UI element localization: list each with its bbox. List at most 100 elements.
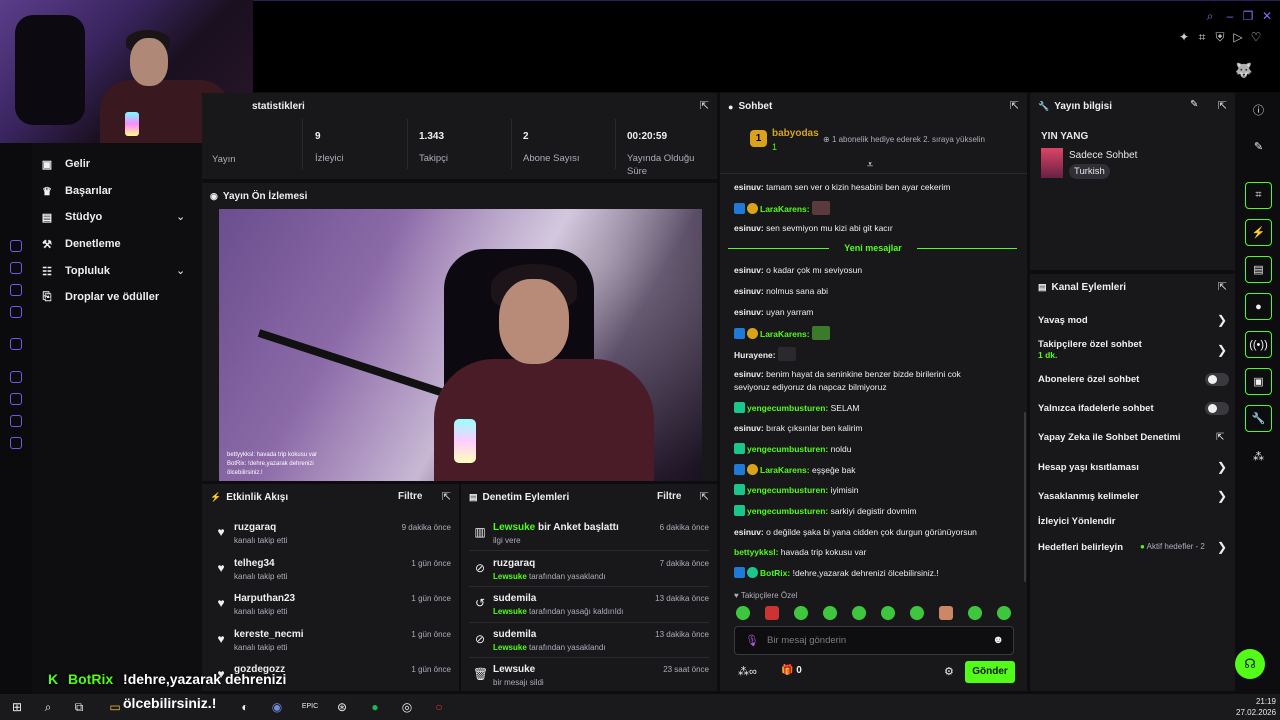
windows-start-icon[interactable]: ⊞ [8,698,26,716]
emote-icon[interactable] [881,606,895,620]
emote-icon[interactable] [736,606,750,620]
chevron-right-icon[interactable]: ❯ [1217,489,1227,503]
heart-icon[interactable]: ♡ [1249,30,1263,44]
sidebar-item-topluluk[interactable]: ☷ Topluluk [40,261,110,281]
rail-icon-2[interactable] [10,262,22,274]
emote-chat-toggle[interactable] [1205,402,1229,415]
popout-icon[interactable]: ⇱ [1218,99,1227,112]
moderation-by[interactable]: Lewsuke [493,607,527,616]
chat-user[interactable]: esinuv: [734,223,764,233]
pinned-user[interactable]: babyodas [772,128,819,139]
chevron-right-icon[interactable]: ❯ [1217,313,1227,327]
close-icon[interactable]: ✕ [1260,9,1274,23]
popout-icon[interactable]: ⇱ [442,490,451,503]
pen-icon[interactable]: ✎ [1245,133,1272,160]
edit-icon[interactable]: ✎ [1190,99,1198,110]
banned-words-action[interactable]: Yasaklanmış kelimeler [1038,491,1139,502]
stream-preview[interactable]: bettyykksl: havada trip kokusu var BotRi… [219,209,702,481]
chat-user[interactable]: esinuv: [734,307,764,317]
ai-moderation-action[interactable]: Yapay Zeka ile Sohbet Denetimi [1038,432,1181,443]
chevron-down-icon[interactable]: ⌄ [176,264,185,277]
chevron-right-icon[interactable]: ❯ [1217,343,1227,357]
sidebar-item-gelir[interactable]: ▣ Gelir [40,154,90,174]
spotify-icon[interactable]: ● [366,698,384,716]
channel-icon[interactable]: ▣ [1245,368,1272,395]
chat-user[interactable]: LaraKarens: [760,465,810,475]
emote-icon[interactable] [852,606,866,620]
moderation-user[interactable]: Lewsuke [493,522,535,533]
rail-icon-4[interactable] [10,306,22,318]
moderation-user[interactable]: ruzgaraq [493,558,535,569]
rail-icon-5[interactable] [10,338,22,350]
emote-icon[interactable] [997,606,1011,620]
epic-games-icon[interactable]: EPIC [301,698,319,716]
search-icon[interactable]: ⌕ [39,698,57,716]
redirect-viewers-action[interactable]: İzleyici Yönlendir [1038,516,1115,527]
chat-user[interactable]: esinuv: [734,286,764,296]
search-icon[interactable]: ⌕ [1203,9,1217,23]
chat-user[interactable]: esinuv: [734,423,764,433]
speech-icon[interactable]: ● [1245,293,1272,320]
chat-user[interactable]: yengecumbusturen: [747,403,828,413]
rail-icon-6[interactable] [10,371,22,383]
pin-icon[interactable]: ✦ [1177,30,1191,44]
popout-icon[interactable]: ⇱ [1010,99,1019,112]
crop-icon[interactable]: ⌗ [1195,30,1209,44]
emoji-icon[interactable]: ☻ [992,634,1004,646]
rail-icon-7[interactable] [10,393,22,405]
support-icon[interactable]: ☊ [1235,649,1265,679]
external-link-icon[interactable]: ⇱ [1216,432,1224,443]
sidebar-item-studyo[interactable]: ▤ Stüdyo [40,207,102,227]
chat-user[interactable]: yengecumbusturen: [747,485,828,495]
moderation-user[interactable]: sudemila [493,593,536,604]
app-icon[interactable]: ◐ [236,698,254,716]
moderation-filter-button[interactable]: Filtre [657,491,681,502]
emote-icon[interactable] [794,606,808,620]
sidebar-item-basarilar[interactable]: ♛ Başarılar [40,181,112,201]
chat-user[interactable]: LaraKarens: [760,204,810,214]
mic-icon[interactable]: 🎙 [745,634,759,647]
collapse-icon[interactable]: ⩡ [867,159,873,172]
play-icon[interactable]: ▷ [1231,30,1245,44]
chevron-right-icon[interactable]: ❯ [1217,460,1227,474]
chat-user[interactable]: bettyykksl: [734,547,778,557]
gift-display[interactable]: 🎁 0 [781,665,802,676]
apps-icon[interactable]: ⁂ [1245,443,1272,470]
set-goals-action[interactable]: Hedefleri belirleyin [1038,542,1123,553]
chat-user[interactable]: esinuv: [734,527,764,537]
chat-user[interactable]: yengecumbusturen: [747,444,828,454]
chat-user[interactable]: LaraKarens: [760,329,810,339]
subs-chat-toggle[interactable] [1205,373,1229,386]
chat-scrollbar[interactable] [1024,412,1026,582]
wrench-icon[interactable]: 🔧 [1245,405,1272,432]
discord-icon[interactable]: ◉ [268,698,286,716]
send-button[interactable]: Gönder [965,661,1015,683]
emote-icon[interactable] [765,606,779,620]
moderation-user[interactable]: sudemila [493,629,536,640]
rail-icon-9[interactable] [10,437,22,449]
capture-icon[interactable]: ⌗ [1245,182,1272,209]
shield-icon[interactable]: ⛨ [1213,30,1227,44]
moderation-by[interactable]: Lewsuke [493,572,527,581]
chat-user[interactable]: esinuv: [734,182,764,192]
popout-icon[interactable]: ⇱ [700,490,709,503]
slow-mode-action[interactable]: Yavaş mod [1038,315,1088,326]
chat-user[interactable]: Hurayene: [734,350,776,360]
activity-user[interactable]: Harputhan23 [234,593,295,604]
chat-user[interactable]: BotRix: [760,568,790,578]
activity-filter-button[interactable]: Filtre [398,491,422,502]
popout-icon[interactable]: ⇱ [1218,280,1227,293]
chevron-down-icon[interactable]: ⌄ [176,210,185,223]
activity-user[interactable]: telheg34 [234,558,275,569]
sidebar-item-denetleme[interactable]: ⚒ Denetleme [40,234,121,254]
rail-icon-1[interactable] [10,240,22,252]
info-icon[interactable]: ⓘ [1245,96,1272,123]
lightning-icon[interactable]: ⚡ [1245,219,1272,246]
activity-user[interactable]: kereste_necmi [234,629,304,640]
emote-icon[interactable] [910,606,924,620]
account-age-action[interactable]: Hesap yaşı kısıtlaması [1038,462,1139,473]
chat-user[interactable]: yengecumbusturen: [747,506,828,516]
obs-icon[interactable]: ◎ [398,698,416,716]
steam-icon[interactable]: ⊛ [333,698,351,716]
followers-chat-action[interactable]: Takipçilere özel sohbet [1038,339,1142,350]
